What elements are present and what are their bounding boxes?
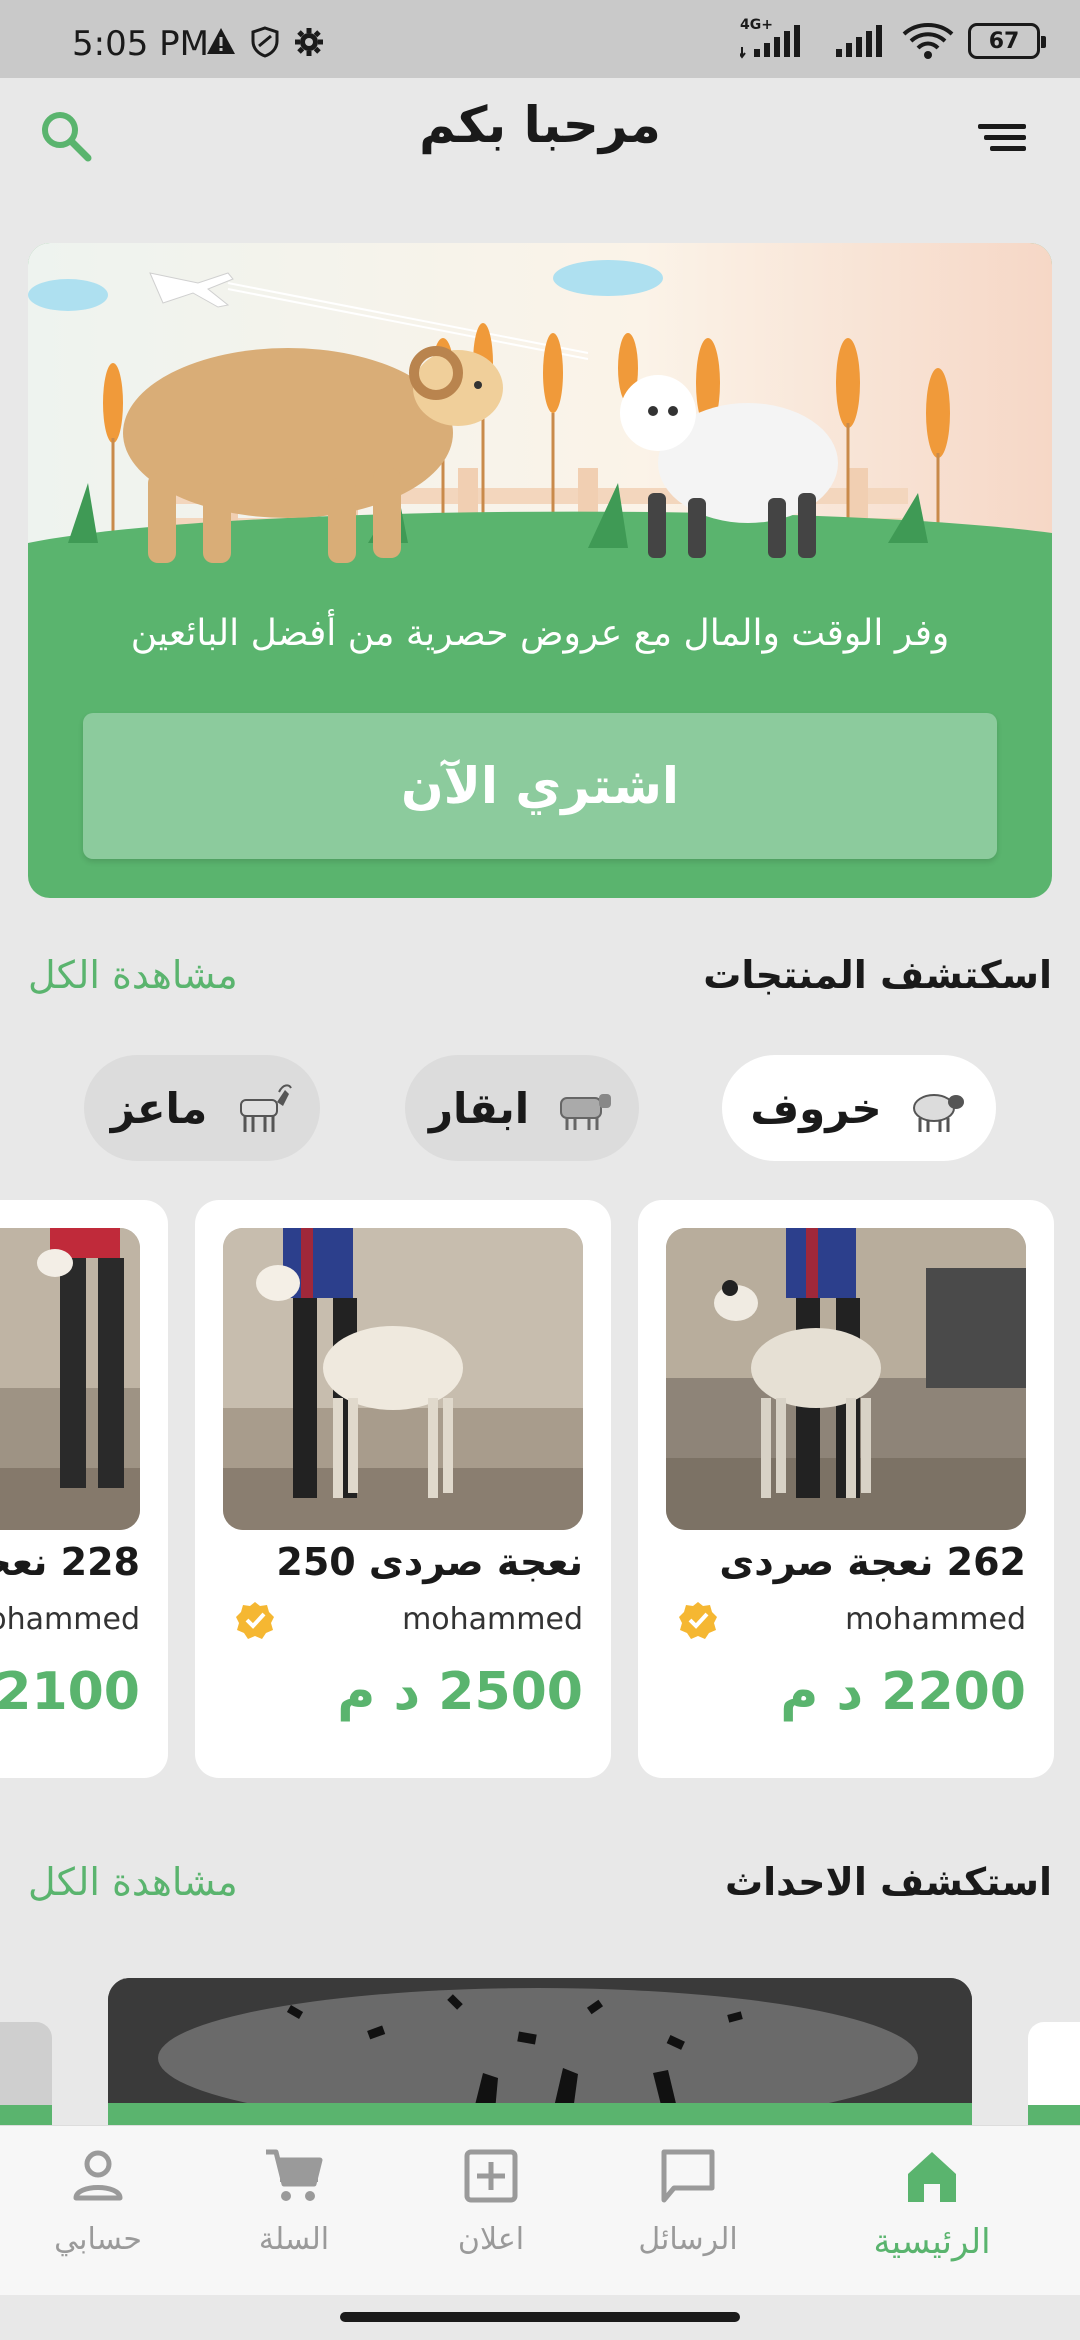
battery-level: 67 [988, 28, 1020, 54]
page-title: مرحبا بكم [419, 96, 661, 154]
farm-illustration [28, 243, 1052, 573]
section-title: اسكتشف المنتجات [703, 953, 1052, 997]
status-time: 5:05 PM [72, 24, 209, 64]
product-card[interactable]: نعجة صردى 250 mohammed 2500 د م [195, 1200, 611, 1778]
sheep-icon [912, 1094, 964, 1132]
banner-text: وفر الوقت والمال مع عروض حصرية من أفضل ا… [130, 613, 950, 654]
events-section-header: استكشف الاحداث مشاهدة الكل [28, 1852, 1052, 1912]
warning-icon [207, 28, 235, 54]
category-chip-goats[interactable]: ماعز [84, 1055, 320, 1161]
menu-icon [978, 124, 1026, 151]
home-icon [908, 2152, 956, 2202]
bottom-navigation: الرئيسية الرسائل اعلان السلة حسابي [0, 2125, 1080, 2295]
product-image [666, 1228, 1026, 1530]
section-title: استكشف الاحداث [724, 1860, 1052, 1904]
product-name: 262 نعجة صردى [719, 1540, 1026, 1584]
product-name: نعجة صردى 250 [276, 1540, 583, 1584]
nav-label: حسابي [54, 2222, 142, 2257]
product-image [0, 1228, 140, 1530]
seller-name: mohammed [845, 1602, 1026, 1637]
nav-item-home[interactable]: الرئيسية [832, 2144, 1032, 2284]
cell-signal-2-icon [836, 25, 882, 57]
event-image [108, 1978, 972, 2125]
buy-now-button[interactable]: اشتري الآن [83, 713, 997, 859]
status-bar: 5:05 PM 4G+ 67 [0, 0, 1080, 78]
nav-item-post-ad[interactable]: اعلان [391, 2144, 591, 2284]
events-carousel [0, 1970, 1080, 2125]
cell-signal-icon: 4G+ [740, 17, 820, 59]
verified-badge-icon [679, 1602, 717, 1639]
nav-item-account[interactable]: حسابي [0, 2144, 198, 2284]
category-chip-cows[interactable]: ابقار [405, 1055, 639, 1161]
product-price: 2200 د م [780, 1662, 1026, 1722]
shield-icon [251, 26, 279, 58]
category-label: ابقار [428, 1083, 530, 1133]
goat-icon [240, 1084, 293, 1132]
cart-icon [266, 2149, 323, 2201]
products-section-header: اسكتشف المنتجات مشاهدة الكل [28, 945, 1052, 1005]
products-carousel: 262 نعجة صردى mohammed 2200 د م نعجة صرد… [0, 1200, 1080, 1780]
app-header: مرحبا بكم [0, 78, 1080, 188]
battery-indicator: 67 [968, 23, 1046, 59]
menu-button[interactable] [974, 116, 1030, 160]
nav-label: اعلان [457, 2222, 525, 2257]
category-label: ماعز [110, 1083, 208, 1133]
account-icon [73, 2150, 123, 2201]
see-all-events-link[interactable]: مشاهدة الكل [28, 1860, 238, 1904]
promo-banner: وفر الوقت والمال مع عروض حصرية من أفضل ا… [28, 243, 1052, 898]
nav-item-messages[interactable]: الرسائل [588, 2144, 788, 2284]
product-card[interactable]: 262 نعجة صردى mohammed 2200 د م [638, 1200, 1054, 1778]
nav-label: الرئيسية [873, 2222, 991, 2262]
category-label: خروف [750, 1083, 882, 1133]
home-indicator[interactable] [340, 2312, 740, 2322]
nav-label: الرسائل [638, 2222, 738, 2257]
category-chip-sheep[interactable]: خروف [722, 1055, 996, 1161]
seller-name: mohammed [402, 1602, 583, 1637]
add-post-icon [464, 2149, 518, 2203]
seller-name: mohammed [0, 1602, 140, 1637]
event-card[interactable] [108, 1978, 972, 2125]
category-chips: خروف ابقار ماعز [0, 1055, 1080, 1161]
wifi-icon [902, 23, 954, 59]
product-name: 228 نعجة صردى [0, 1540, 140, 1584]
product-image [223, 1228, 583, 1530]
see-all-products-link[interactable]: مشاهدة الكل [28, 953, 238, 997]
verified-badge-icon [236, 1602, 274, 1639]
nav-item-cart[interactable]: السلة [194, 2144, 394, 2284]
chat-icon [661, 2149, 715, 2203]
product-price: 2100 د م [0, 1662, 140, 1722]
product-price: 2500 د م [337, 1662, 583, 1722]
cow-icon [560, 1094, 612, 1130]
nav-label: السلة [258, 2222, 330, 2257]
settings-icon [295, 28, 323, 56]
product-card[interactable]: 228 نعجة صردى mohammed 2100 د م [0, 1200, 168, 1778]
